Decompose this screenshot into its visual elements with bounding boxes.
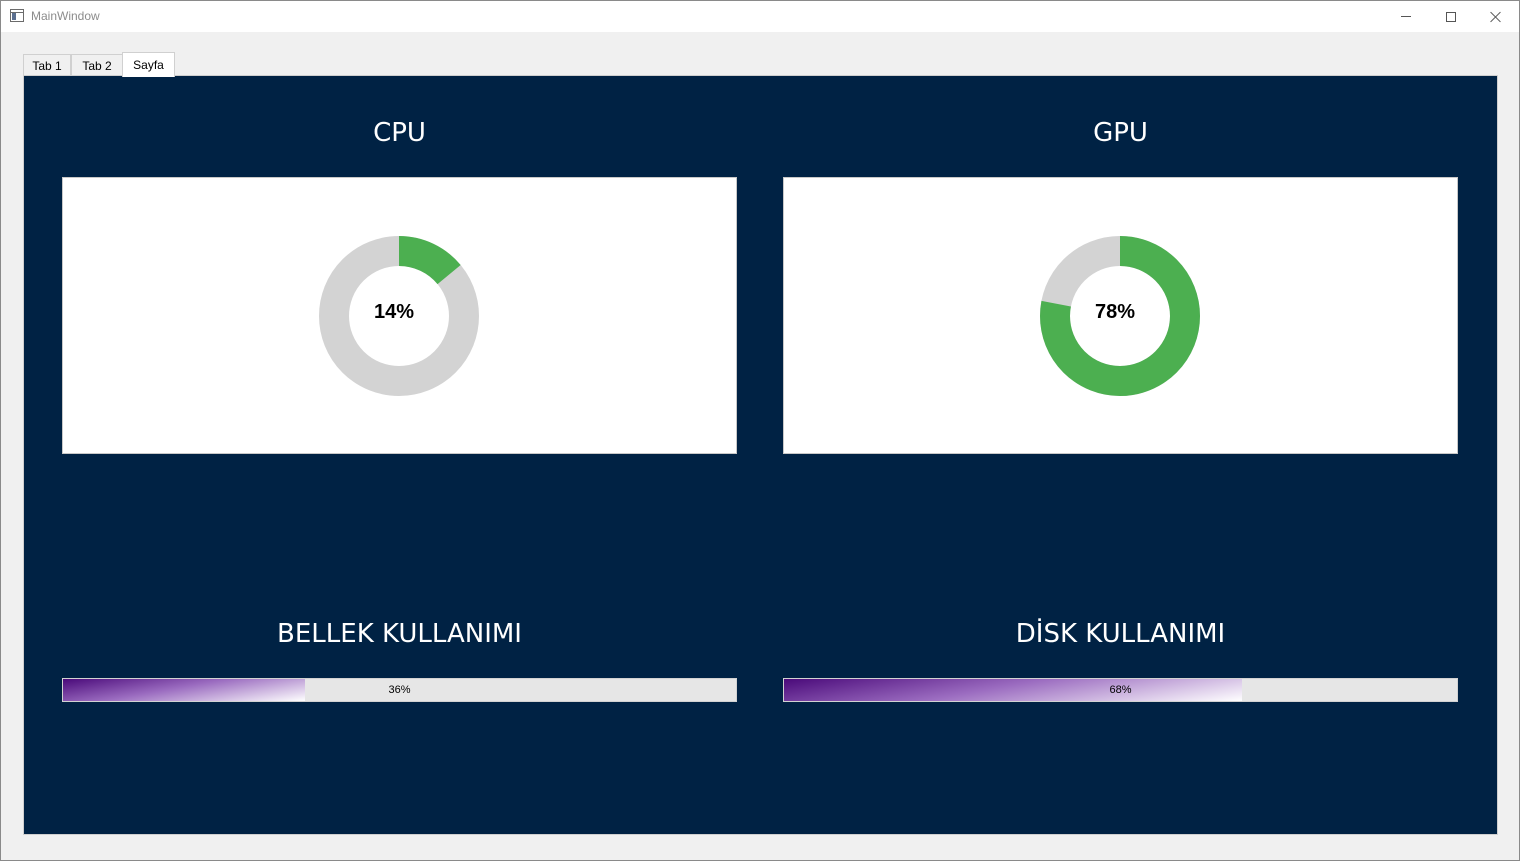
gpu-percent-label: 78% — [1094, 300, 1136, 323]
gpu-card: 78% — [783, 177, 1458, 454]
tab-1[interactable]: Tab 1 — [23, 54, 71, 76]
cpu-card: 14% — [62, 177, 737, 454]
main-window: MainWindow Tab 1 Tab 2 Sayfa CPU 14% GPU — [0, 0, 1520, 861]
tab-sayfa[interactable]: Sayfa — [122, 52, 175, 77]
disk-title: DİSK KULLANIMI — [1015, 619, 1226, 649]
minimize-button[interactable] — [1383, 1, 1429, 32]
memory-percent-label: 36% — [388, 684, 411, 696]
memory-progress-bar: 36% — [62, 678, 737, 702]
tab-2[interactable]: Tab 2 — [71, 54, 123, 76]
gpu-title: GPU — [1093, 118, 1148, 148]
disk-progress-bar: 68% — [783, 678, 1458, 702]
cpu-percent-label: 14% — [373, 300, 415, 323]
close-icon — [1490, 11, 1502, 23]
minimize-icon — [1401, 16, 1411, 17]
dashboard-panel: CPU 14% GPU 78% BELLEK KULLANIMI 36% DİS… — [23, 75, 1498, 835]
maximize-button[interactable] — [1428, 1, 1474, 32]
gpu-donut-label-box: 78% — [1039, 235, 1201, 397]
window-title: MainWindow — [31, 9, 100, 23]
title-bar[interactable]: MainWindow — [1, 1, 1519, 32]
app-window-icon — [10, 9, 24, 22]
cpu-donut-label-box: 14% — [318, 235, 480, 397]
disk-percent-label: 68% — [1109, 684, 1132, 696]
maximize-icon — [1446, 11, 1456, 22]
memory-title: BELLEK KULLANIMI — [277, 619, 522, 649]
cpu-title: CPU — [373, 118, 426, 148]
close-button[interactable] — [1473, 1, 1519, 32]
